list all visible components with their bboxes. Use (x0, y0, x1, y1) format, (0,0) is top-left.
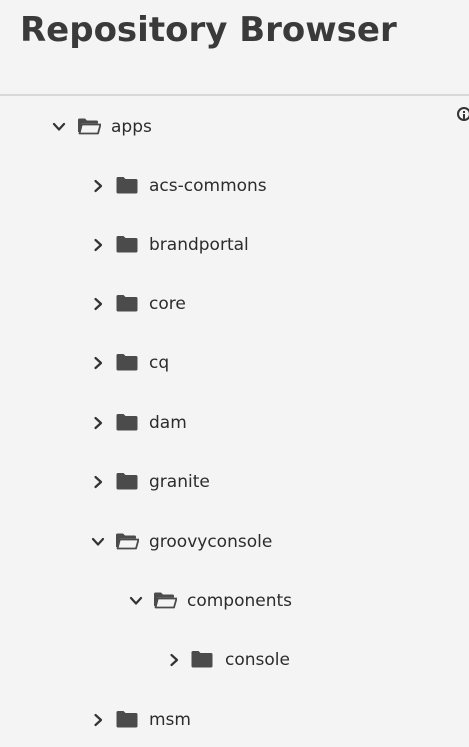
page-title: Repository Browser (20, 10, 397, 50)
chevron-right-icon[interactable] (91, 238, 105, 252)
repository-browser-page: Repository Browser apps acs-commons bran… (0, 0, 469, 747)
tree-item-msm[interactable]: msm (91, 706, 291, 736)
tree-item-brandportal[interactable]: brandportal (91, 231, 291, 261)
folder-icon (116, 353, 138, 371)
folder-icon (116, 235, 138, 253)
chevron-down-icon[interactable] (91, 535, 105, 549)
tree-item-cq[interactable]: cq (91, 349, 291, 379)
tree-item-label: components (187, 591, 293, 611)
tree-item-label: acs-commons (149, 176, 267, 196)
tree-item-core[interactable]: core (91, 290, 291, 320)
tree-item-label: apps (111, 117, 152, 137)
folder-icon (116, 294, 138, 312)
tree-item-label: console (225, 650, 290, 670)
tree-item-label: core (149, 294, 186, 314)
chevron-right-icon[interactable] (91, 297, 105, 311)
folder-icon (116, 413, 138, 431)
chevron-right-icon[interactable] (91, 713, 105, 727)
tree-item-label: cq (149, 353, 170, 373)
tree-item-groovyconsole[interactable]: groovyconsole (91, 528, 311, 558)
tree-item-label: msm (149, 710, 191, 730)
header: Repository Browser (0, 0, 469, 96)
chevron-right-icon[interactable] (167, 653, 181, 667)
folder-icon (116, 472, 138, 490)
tree-item-components[interactable]: components (129, 587, 349, 617)
chevron-right-icon[interactable] (91, 356, 105, 370)
tree-item-acs-commons[interactable]: acs-commons (91, 172, 291, 202)
folder-open-icon (77, 117, 101, 135)
tree-item-granite[interactable]: granite (91, 468, 291, 498)
chevron-right-icon[interactable] (91, 179, 105, 193)
tree-item-apps[interactable]: apps (52, 113, 172, 143)
tree-item-label: groovyconsole (149, 532, 273, 552)
tree-item-label: granite (149, 472, 210, 492)
folder-open-icon (153, 591, 177, 609)
info-icon[interactable] (457, 107, 469, 121)
tree-item-label: brandportal (149, 235, 249, 255)
tree-item-console[interactable]: console (167, 646, 367, 676)
chevron-down-icon[interactable] (129, 594, 143, 608)
folder-icon (116, 176, 138, 194)
tree-item-label: dam (149, 413, 187, 433)
chevron-down-icon[interactable] (52, 120, 66, 134)
folder-open-icon (115, 532, 139, 550)
folder-icon (116, 710, 138, 728)
chevron-right-icon[interactable] (91, 416, 105, 430)
chevron-right-icon[interactable] (91, 475, 105, 489)
tree-item-dam[interactable]: dam (91, 409, 291, 439)
folder-icon (191, 650, 213, 668)
